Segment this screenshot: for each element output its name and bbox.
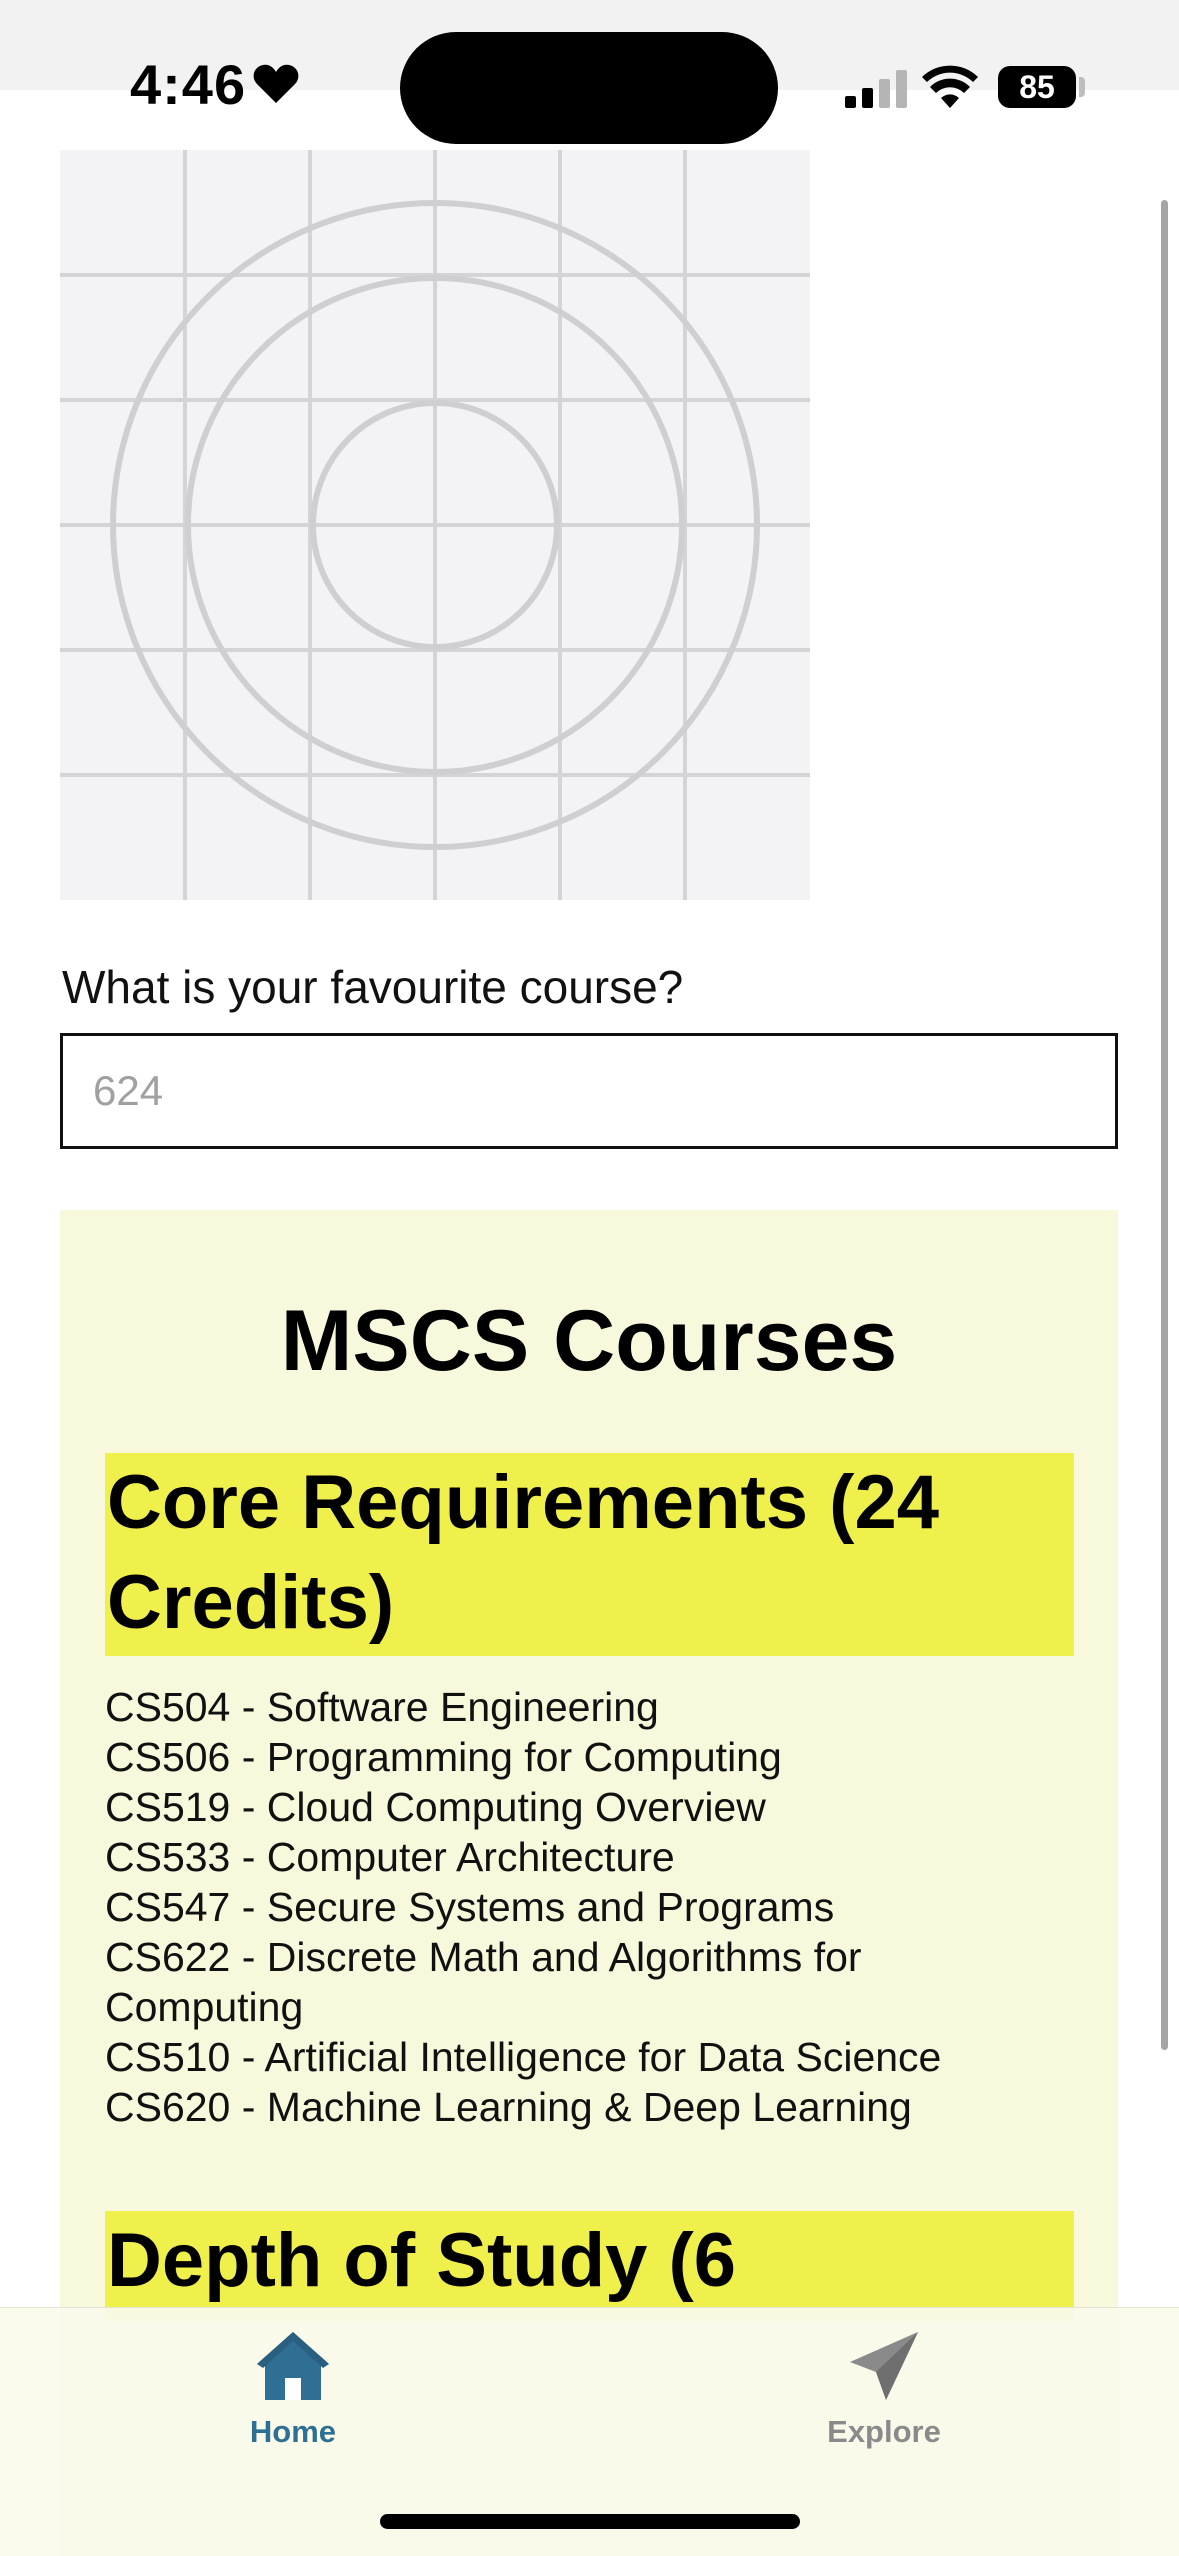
favourite-course-input[interactable]: [60, 1033, 1118, 1149]
app-screen: 4:46 85 What is your favourite course? 6…: [0, 0, 1179, 2556]
course-item: CS504 - Software Engineering: [105, 1684, 659, 1730]
home-indicator[interactable]: [380, 2514, 800, 2529]
tab-home[interactable]: Home: [143, 2328, 443, 2468]
house-icon: [257, 2332, 329, 2400]
courses-title: MSCS Courses: [280, 1293, 898, 1389]
paper-plane-icon: [850, 2332, 918, 2400]
placeholder-image: [60, 150, 810, 900]
core-requirements-heading: Core Requirements (24 Credits): [105, 1453, 1074, 1656]
course-item: CS622 - Discrete Math and Algorithms for…: [105, 1934, 862, 2030]
scroll-indicator[interactable]: [1161, 200, 1168, 2050]
battery-indicator: 85: [998, 66, 1076, 108]
heart-icon: [253, 64, 299, 103]
course-item: CS547 - Secure Systems and Programs: [105, 1884, 835, 1930]
dynamic-island: [400, 32, 778, 144]
status-time: 4:46: [130, 53, 247, 116]
battery-nub: [1079, 77, 1085, 97]
tab-home-label: Home: [249, 2414, 337, 2449]
favourite-course-label: What is your favourite course?: [62, 961, 684, 1013]
depth-of-study-heading: Depth of Study (6: [105, 2211, 1074, 2321]
wifi-icon: [922, 65, 978, 108]
course-item: CS510 - Artificial Intelligence for Data…: [105, 2034, 942, 2080]
course-item: CS519 - Cloud Computing Overview: [105, 1784, 766, 1830]
course-item: CS506 - Programming for Computing: [105, 1734, 782, 1780]
course-item: CS620 - Machine Learning & Deep Learning: [105, 2084, 912, 2130]
course-item: CS533 - Computer Architecture: [105, 1834, 675, 1880]
tab-explore-label: Explore: [827, 2414, 941, 2449]
core-course-list: CS504 - Software Engineering CS506 - Pro…: [105, 1682, 1065, 2132]
tab-explore[interactable]: Explore: [734, 2328, 1034, 2468]
cellular-signal-icon: [845, 70, 907, 108]
